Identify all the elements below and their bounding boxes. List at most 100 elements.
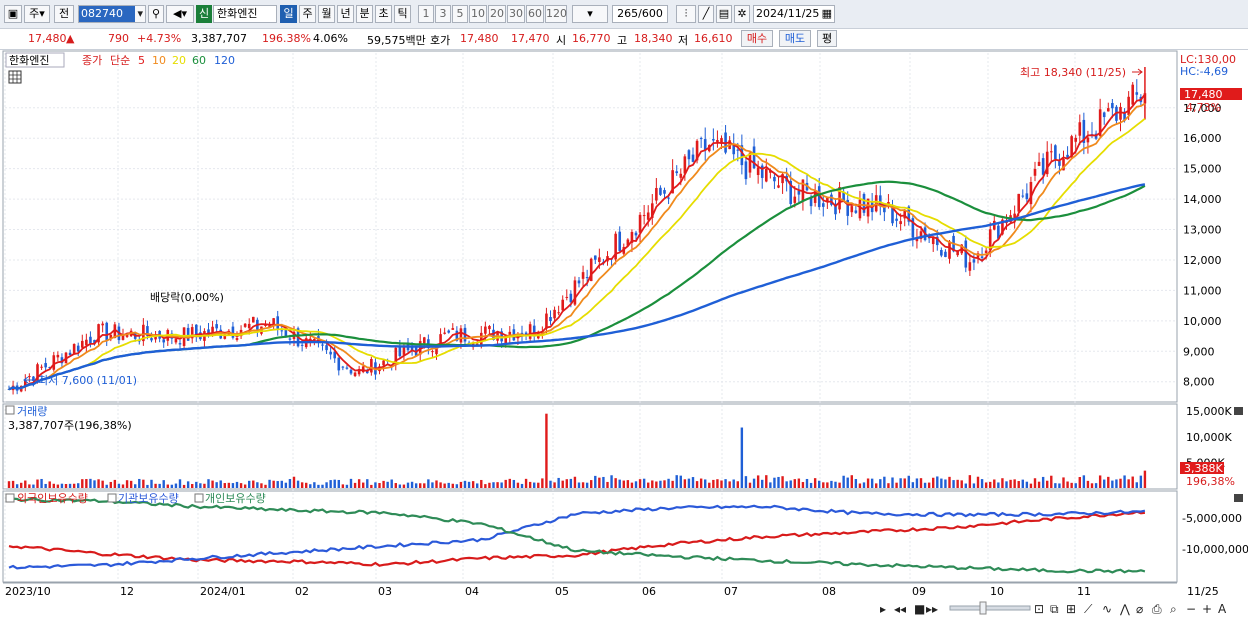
period-tab-2[interactable]: 월 xyxy=(318,5,335,23)
interval-button-3[interactable]: 10 xyxy=(469,5,487,23)
zoom-slider-handle[interactable] xyxy=(979,601,987,615)
zoom-out-icon[interactable]: − xyxy=(1186,602,1196,616)
interval-button-4[interactable]: 20 xyxy=(488,5,506,23)
candle-body xyxy=(931,237,935,245)
candle-body xyxy=(85,339,88,346)
search-icon[interactable]: ⚲ xyxy=(148,5,164,23)
interval-button-6[interactable]: 60 xyxy=(526,5,544,23)
skip-back-icon[interactable]: ◂◂ xyxy=(894,602,906,616)
volume-bar xyxy=(243,484,247,488)
interval-button-7[interactable]: 120 xyxy=(545,5,567,23)
candle-body xyxy=(667,197,670,199)
holdings-indiv-checkbox[interactable] xyxy=(194,493,204,503)
volume-bar xyxy=(36,479,39,488)
chart-type-icon[interactable]: ⫶ xyxy=(676,5,696,23)
volume-bar xyxy=(321,484,324,488)
period-tab-6[interactable]: 틱 xyxy=(394,5,411,23)
volume-bar xyxy=(166,484,169,488)
calendar-icon[interactable]: ▦ xyxy=(822,6,834,22)
interval-button-0[interactable]: 1 xyxy=(418,5,434,23)
stock-name[interactable]: 한화엔진 xyxy=(213,5,277,23)
stop-icon[interactable]: ■ xyxy=(914,602,925,616)
volume-bar xyxy=(822,482,825,488)
period-tab-1[interactable]: 주 xyxy=(299,5,316,23)
volume-bar xyxy=(618,479,621,488)
volume-bar xyxy=(134,484,137,488)
price: 17,480 xyxy=(28,32,67,45)
time-tick-label: 04 xyxy=(465,585,479,598)
volume-bar xyxy=(239,483,243,488)
volume-bar xyxy=(68,483,72,488)
sell-button[interactable]: 매도 xyxy=(779,30,811,47)
volume-bar xyxy=(398,484,402,488)
font-size-icon[interactable]: A xyxy=(1218,602,1227,616)
buy-button[interactable]: 매수 xyxy=(741,30,773,47)
volume-bar xyxy=(386,481,389,488)
settings-icon[interactable]: ✲ xyxy=(734,5,750,23)
period-select[interactable]: 주▾ xyxy=(24,5,50,23)
low-annotation: 최저 7,600 (11/01) xyxy=(38,374,137,387)
volume-bar xyxy=(154,483,157,488)
interval-button-2[interactable]: 5 xyxy=(452,5,468,23)
zoom-slider[interactable] xyxy=(949,605,1031,611)
interval-dropdown[interactable]: ▾ xyxy=(572,5,608,23)
candle-body xyxy=(484,326,487,334)
candle-body xyxy=(1033,168,1037,176)
volume-bar xyxy=(1009,479,1012,488)
speaker-icon[interactable]: ◀▾ xyxy=(166,5,194,23)
compare-icon[interactable]: ⧉ xyxy=(1050,602,1059,616)
candle-body xyxy=(1135,92,1139,95)
trend-icon[interactable]: ⟋ xyxy=(1084,602,1093,616)
candle-body xyxy=(370,358,373,373)
zoom-in-icon[interactable]: + xyxy=(1202,602,1212,616)
skip-forward-icon[interactable]: ▸▸ xyxy=(926,602,938,616)
volume-bar xyxy=(993,479,996,488)
candle-body xyxy=(28,376,31,378)
interval-button-5[interactable]: 30 xyxy=(507,5,525,23)
candle-body xyxy=(325,345,328,351)
interval-button-1[interactable]: 3 xyxy=(435,5,451,23)
layout-icon[interactable]: ▣ xyxy=(4,5,22,23)
stock-chart[interactable]: 8,000 9,000 10,000 11,000 12,000 13,000 14,000… xyxy=(0,50,1248,621)
zoom-icon[interactable]: ⌕ xyxy=(1170,602,1177,616)
crosshair-icon[interactable]: ⊡ xyxy=(1034,602,1044,616)
grid-toggle-icon[interactable]: ⊞ xyxy=(1066,602,1076,616)
volume-bar xyxy=(191,484,194,488)
volume-bar xyxy=(524,478,528,488)
holdings-inst-checkbox[interactable] xyxy=(107,493,117,503)
eraser-icon[interactable]: ⌀ xyxy=(1136,602,1143,616)
volume-bar xyxy=(911,482,915,488)
print-icon[interactable]: ⎙ xyxy=(1152,602,1162,616)
holdings-close-icon[interactable] xyxy=(1234,494,1243,502)
volume-bar xyxy=(1041,476,1045,488)
legend-ma60: 60 xyxy=(192,54,206,67)
fibo-icon[interactable]: ⋀ xyxy=(1119,602,1130,616)
period-tab-0[interactable]: 일 xyxy=(280,5,297,23)
volume-collapse-icon[interactable] xyxy=(5,405,15,415)
volume-bar xyxy=(182,484,186,488)
pattern-icon[interactable]: ∿ xyxy=(1102,602,1112,616)
period-tab-5[interactable]: 초 xyxy=(375,5,392,23)
volume-close-icon[interactable] xyxy=(1234,407,1243,415)
period-tab-4[interactable]: 분 xyxy=(356,5,373,23)
count-field[interactable]: 265/600 xyxy=(612,5,668,23)
stock-code-input[interactable]: 082740 ▾ xyxy=(78,5,146,23)
save-icon[interactable]: ▤ xyxy=(716,5,732,23)
flat-button[interactable]: 평 xyxy=(817,30,837,47)
holdings-collapse-icon[interactable] xyxy=(5,493,15,503)
date-field[interactable]: 2024/11/25 ▦ xyxy=(753,5,835,23)
candle-body xyxy=(736,149,740,151)
candle-body xyxy=(699,138,703,140)
draw-line-icon[interactable]: ╱ xyxy=(698,5,714,23)
volume-panel-frame xyxy=(2,403,1178,490)
high-label: 고 xyxy=(617,34,628,47)
scroll-right-icon[interactable]: ▸ xyxy=(880,602,886,616)
candle-body xyxy=(663,190,666,194)
period-tab-3[interactable]: 년 xyxy=(337,5,354,23)
volume-bar xyxy=(826,482,829,488)
volume-bar xyxy=(1005,481,1008,488)
table-icon[interactable] xyxy=(8,70,22,84)
high-price: 18,340 xyxy=(634,32,673,45)
chart-area[interactable]: 8,000 9,000 10,000 11,000 12,000 13,000 14,000… xyxy=(0,50,1248,621)
prev-button[interactable]: 전 xyxy=(54,5,74,23)
